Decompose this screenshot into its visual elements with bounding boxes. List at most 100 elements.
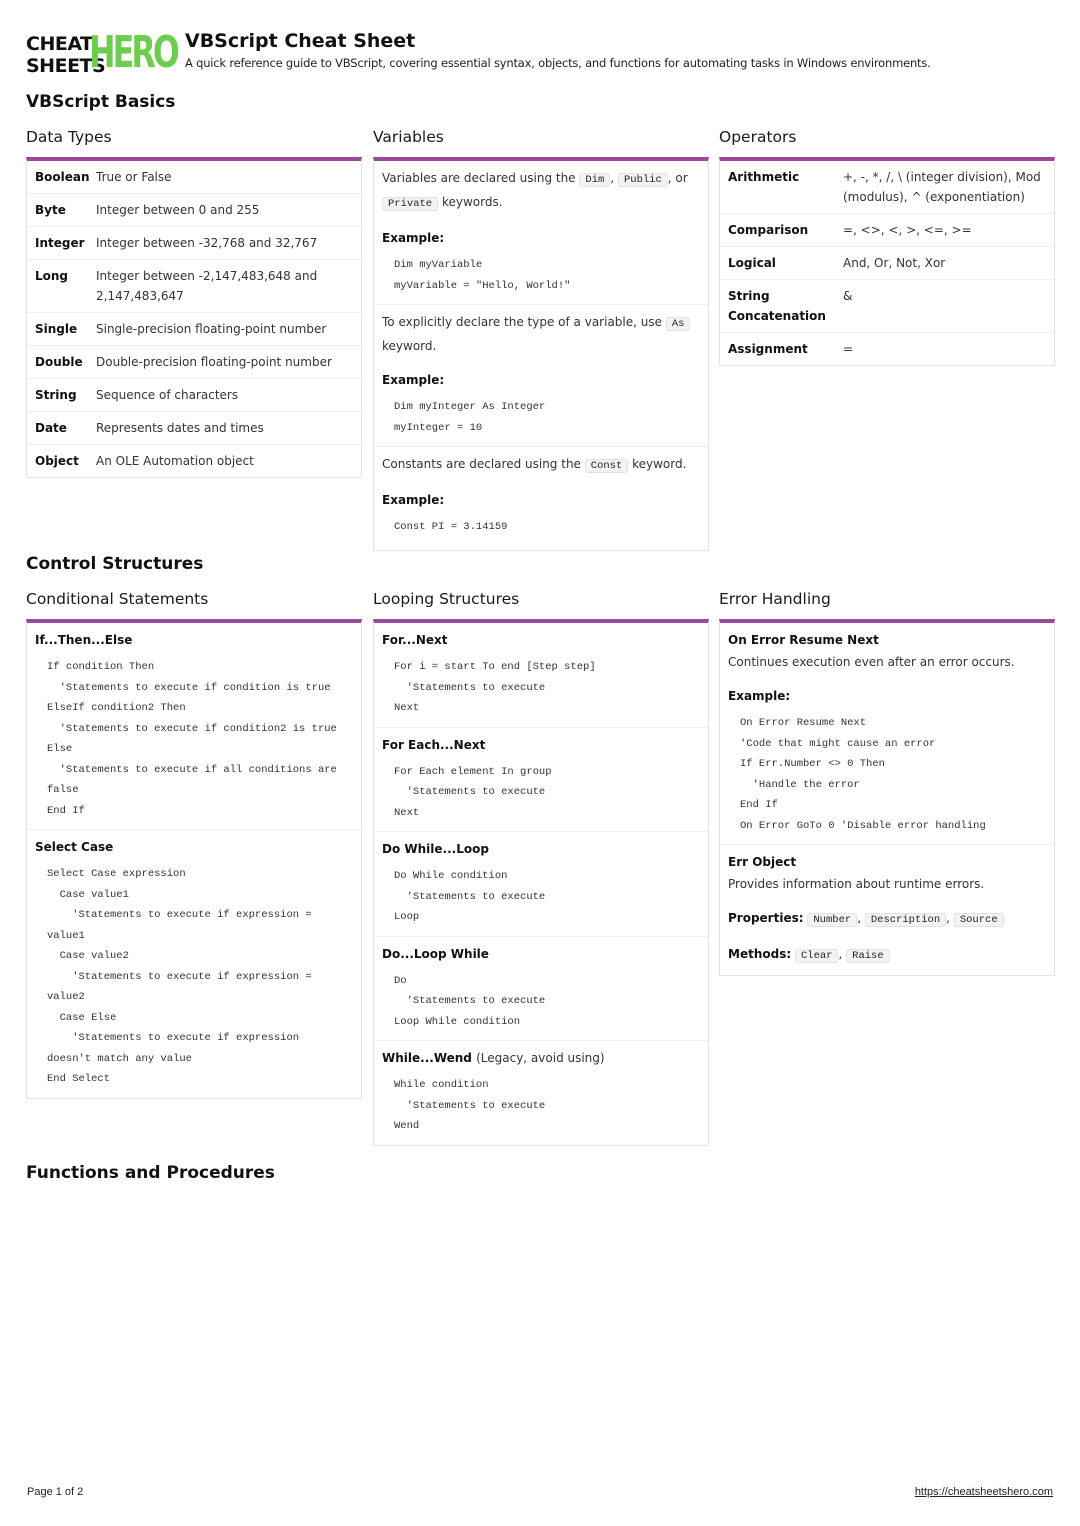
table-row: Comparison =, <>, <, >, <=, >= <box>720 214 1054 247</box>
code-line: value2 <box>47 991 85 1003</box>
methods-line: Methods: Clear, Raise <box>728 943 1046 967</box>
code-example: While condition 'Statements to execute We… <box>382 1075 700 1137</box>
table-row: Date Represents dates and times <box>27 412 361 445</box>
table-row: Logical And, Or, Not, Xor <box>720 247 1054 280</box>
card-title-conditional: Conditional Statements <box>26 590 209 608</box>
methods-label: Methods: <box>728 947 792 961</box>
row-key: Long <box>35 269 69 283</box>
row-value: Double-precision floating-point number <box>96 355 332 369</box>
text: keywords. <box>441 195 503 209</box>
text: To explicitly declare the type of a vari… <box>382 315 663 329</box>
table-row: Object An OLE Automation object <box>27 445 361 477</box>
code-block: For...Next For i = start To end [Step ste… <box>374 623 708 728</box>
keyword-private: Private <box>382 197 439 211</box>
row-key: Arithmetic <box>728 170 800 184</box>
example-label: Example: <box>382 493 445 507</box>
logo-text-hero: HERO <box>89 27 180 78</box>
code-example: Do While condition 'Statements to execut… <box>382 866 700 928</box>
code-example: For i = start To end [Step step] 'Statem… <box>382 657 700 719</box>
page-header: CHEAT SHEETS HERO VBScript Cheat Sheet A… <box>26 28 1066 80</box>
code-line: 'Code that might cause an error <box>740 737 936 750</box>
code-block: For Each...Next For Each element In group… <box>374 728 708 832</box>
card-title-operators: Operators <box>719 128 797 146</box>
row-value: =, <>, <, >, <=, >= <box>843 223 972 237</box>
table-row: Arithmetic +, -, *, /, \ (integer divisio… <box>720 161 1054 214</box>
code-line: Next <box>394 806 420 819</box>
keyword-const: Const <box>584 459 629 473</box>
code-line: false <box>47 784 79 796</box>
block-description: Provides information about runtime error… <box>728 877 985 891</box>
text: Variables are declared using the <box>382 171 576 185</box>
code-line: Wend <box>394 1120 420 1132</box>
code-line: 'Statements to execute if condition is t… <box>47 681 331 694</box>
code-line: 'Statements to execute if expression = <box>47 970 312 983</box>
text: keyword. <box>382 339 437 353</box>
code-line: 'Handle the error <box>740 778 860 791</box>
code-line: On Error Resume Next <box>740 717 867 729</box>
card-title-variables: Variables <box>373 128 444 146</box>
table-row: Byte Integer between 0 and 255 <box>27 194 361 227</box>
code-line: If Err.Number <> 0 Then <box>740 758 885 770</box>
row-key: Boolean <box>35 170 90 184</box>
card-title-error-handling: Error Handling <box>719 590 831 608</box>
card-title-data-types: Data Types <box>26 128 112 146</box>
row-key: Comparison <box>728 223 809 237</box>
code-block: Do While...Loop Do While condition 'State… <box>374 832 708 937</box>
block-heading-text: If...Then...Else <box>35 633 133 647</box>
variables-const-text: Constants are declared using the Const k… <box>382 453 700 477</box>
variables-card: Variables are declared using the Dim, Pu… <box>373 157 709 551</box>
variables-declaration-text: Variables are declared using the Dim, Pu… <box>382 167 700 215</box>
row-value: Represents dates and times <box>96 421 264 435</box>
code-line: 'Statements to execute <box>394 786 546 798</box>
code-line: Dim myInteger As Integer <box>394 401 546 413</box>
page-title: VBScript Cheat Sheet <box>185 30 416 52</box>
block-heading-text: For Each...Next <box>382 737 486 752</box>
website-link[interactable]: https://cheatsheetshero.com <box>915 1486 1053 1498</box>
row-value: = <box>843 342 854 356</box>
code-line: 'Statements to execute if expression = <box>47 909 312 921</box>
table-row: Integer Integer between -32,768 and 32,76… <box>27 227 361 260</box>
separator: , <box>838 947 843 961</box>
section-title-basics: VBScript Basics <box>26 92 176 112</box>
keyword-dim: Dim <box>579 173 611 187</box>
looping-card: For...Next For i = start To end [Step ste… <box>373 619 709 1146</box>
block-heading-text: For...Next <box>382 633 448 647</box>
row-key: Logical <box>728 256 776 270</box>
keyword-public: Public <box>617 173 668 187</box>
row-key: Object <box>35 454 79 468</box>
code-block: While...Wend (Legacy, avoid using) While … <box>374 1041 708 1145</box>
code-example: Const PI = 3.14159 <box>382 517 700 538</box>
row-value: Sequence of characters <box>96 388 239 402</box>
block-heading: If...Then...Else <box>35 629 353 651</box>
variables-const-block: Constants are declared using the Const k… <box>374 447 708 546</box>
block-heading: For Each...Next <box>382 734 700 756</box>
block-description: Continues execution even after an error … <box>728 655 1015 669</box>
data-types-card: Boolean True or False Byte Integer between … <box>26 157 362 478</box>
code-line: 'Statements to execute <box>394 995 546 1007</box>
row-key: Assignment <box>728 342 808 356</box>
block-heading: While...Wend (Legacy, avoid using) <box>382 1047 700 1069</box>
page-number: Page 1 of 2 <box>27 1486 84 1498</box>
code-example: Dim myVariable myVariable = "Hello, Worl… <box>382 255 700 296</box>
code-line: Case value2 <box>47 950 129 962</box>
text: Constants are declared using the <box>382 457 581 471</box>
code-line: value1 <box>47 929 85 942</box>
variables-declaration-block: Variables are declared using the Dim, Pu… <box>374 161 708 305</box>
code-line: Select Case expression <box>47 868 186 880</box>
operators-card: Arithmetic +, -, *, /, \ (integer divisio… <box>719 157 1055 366</box>
row-value: An OLE Automation object <box>96 454 254 468</box>
code-line: For Each element In group <box>394 765 552 778</box>
row-key: Double <box>35 355 83 369</box>
properties-line: Properties: Number, Description, Source <box>728 907 1046 931</box>
block-heading-note: (Legacy, avoid using) <box>476 1051 605 1065</box>
separator: , <box>857 911 862 925</box>
code-line: Case Else <box>47 1011 117 1024</box>
properties-label: Properties: <box>728 911 804 925</box>
example-label: Example: <box>382 373 445 387</box>
code-line: Case value1 <box>47 888 129 901</box>
row-value: And, Or, Not, Xor <box>843 256 946 270</box>
cheatsheetshero-logo[interactable]: CHEAT SHEETS HERO <box>26 28 180 78</box>
row-key: Date <box>35 421 67 435</box>
code-block: Select Case Select Case expression Case v… <box>27 830 361 1098</box>
row-key: String Concatenation <box>728 289 826 323</box>
